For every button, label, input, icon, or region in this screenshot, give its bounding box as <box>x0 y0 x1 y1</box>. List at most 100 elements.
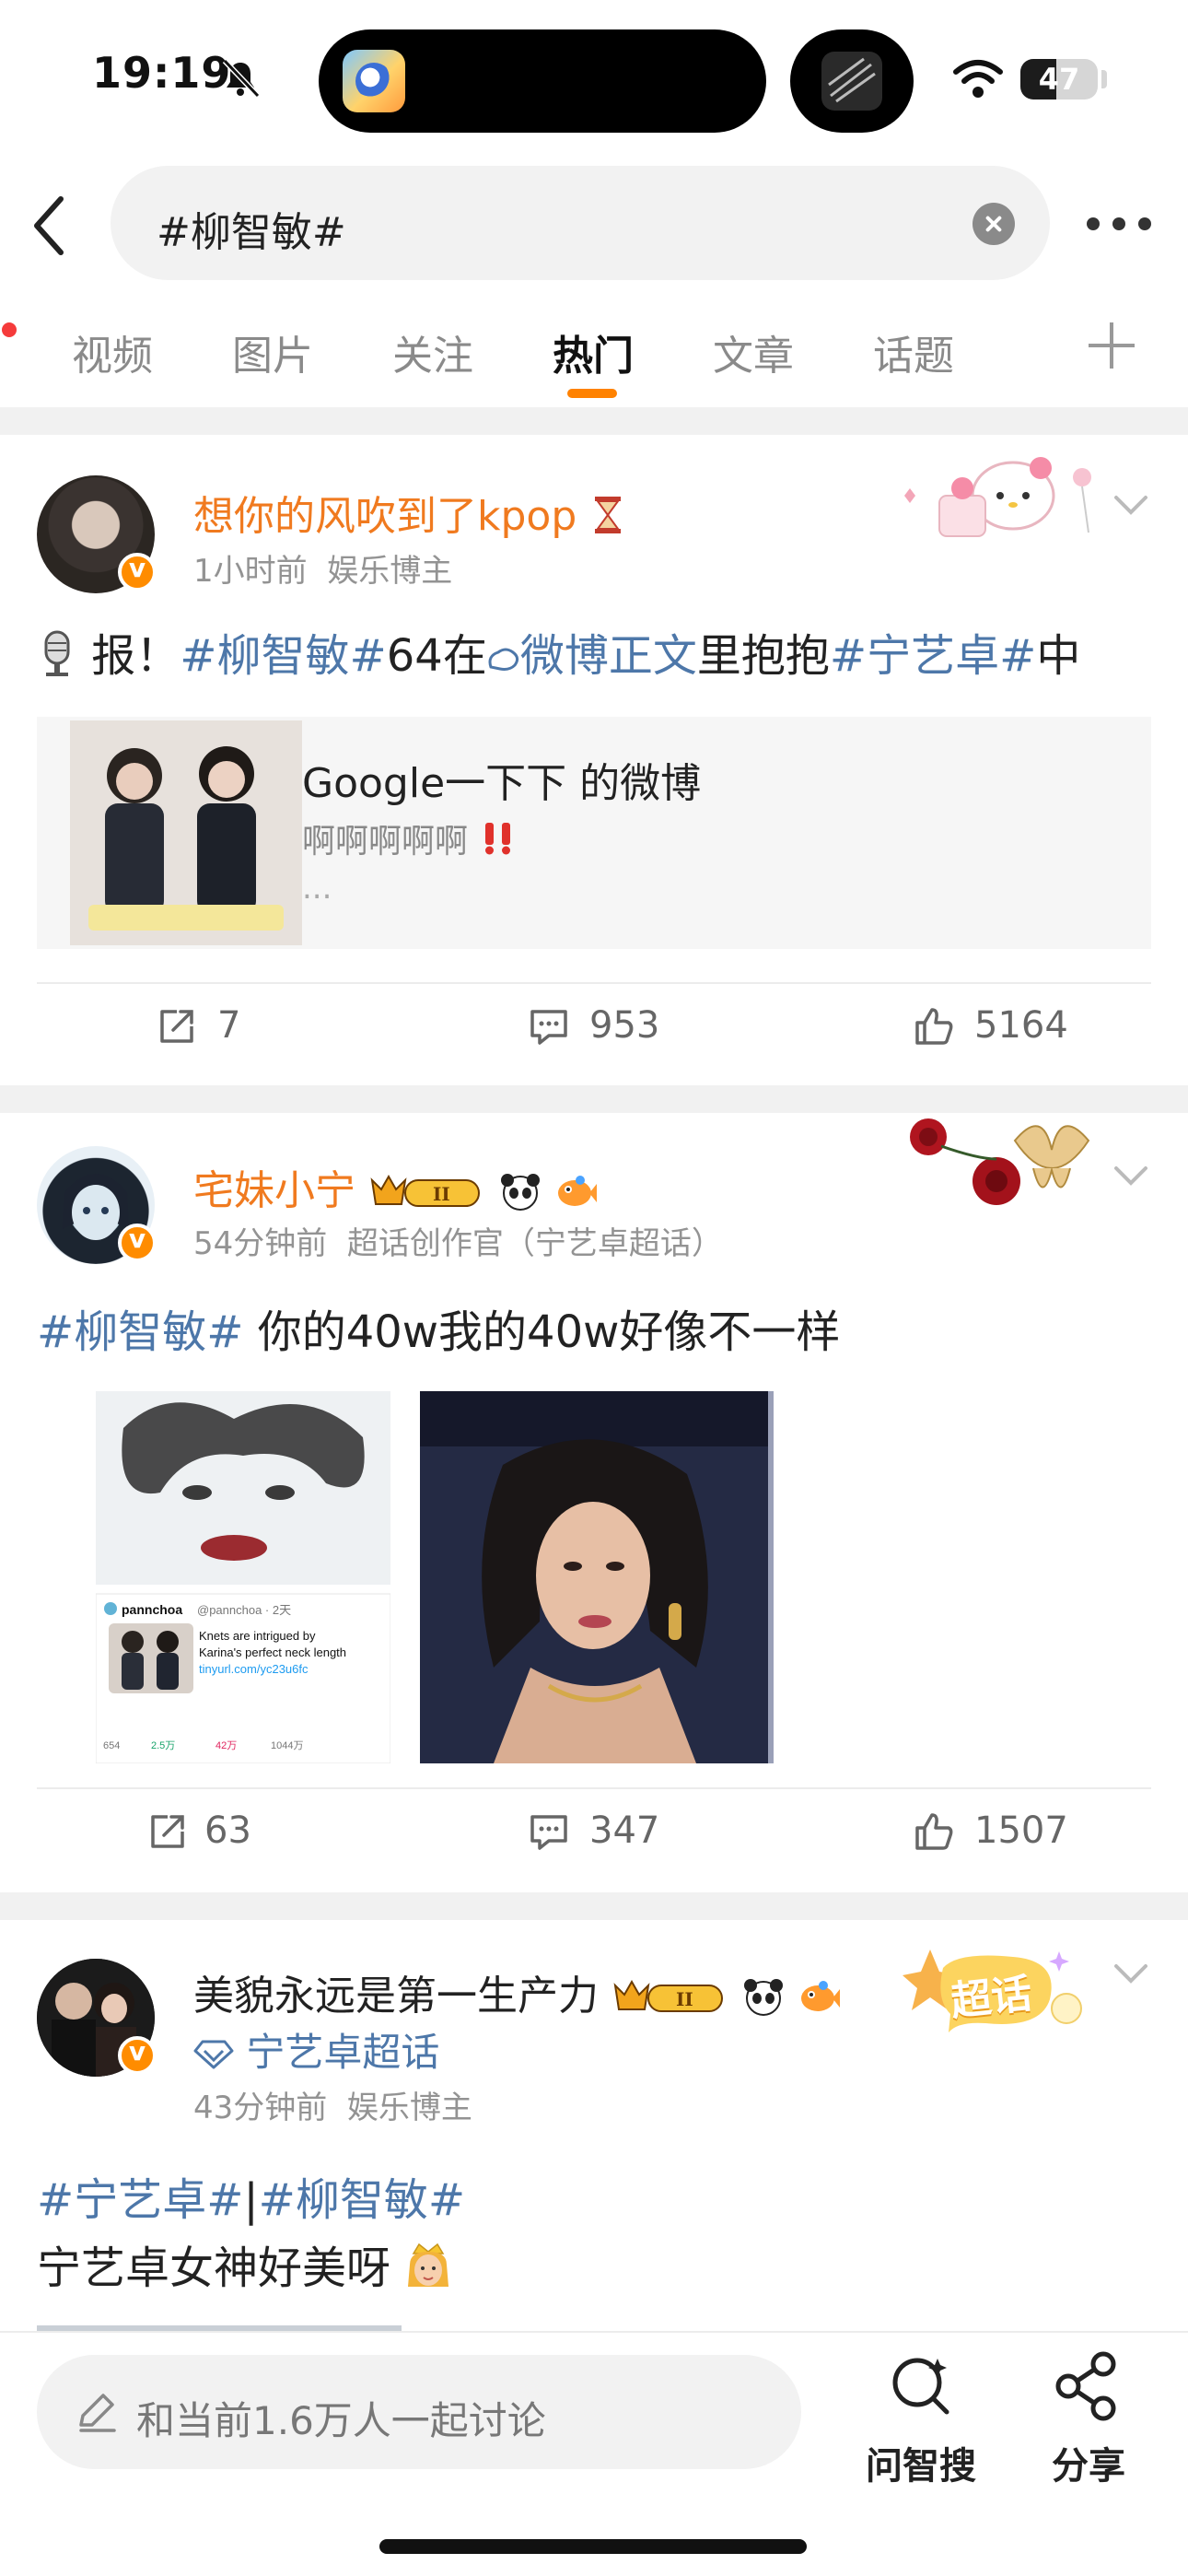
repost-button[interactable]: 63 <box>147 1806 295 1861</box>
repost-title[interactable]: Google一下下 的微博 <box>302 750 701 809</box>
more-icon[interactable] <box>1087 217 1151 230</box>
like-count: 5164 <box>974 1004 1068 1047</box>
tweet-stat-replies: 654 <box>103 1740 120 1751</box>
tab-fade <box>995 304 1077 396</box>
post-meta: 54分钟前 超话创作官（宁艺卓超话） <box>193 1225 723 1262</box>
section-divider <box>0 407 1188 435</box>
live-activity[interactable] <box>790 29 914 133</box>
repost-subtitle: 啊啊啊啊啊 <box>302 814 518 862</box>
status-time: 19:19 <box>92 48 232 98</box>
fish-icon <box>801 1981 840 2011</box>
tab-video[interactable]: 视频 <box>72 322 153 381</box>
post-image[interactable]: pannchoa @pannchoa · 2天 Knets are intrig… <box>96 1391 390 1763</box>
tweet-link: tinyurl.com/yc23u6fc <box>199 1662 309 1676</box>
verified-badge <box>118 1224 157 1262</box>
app-icon[interactable] <box>343 50 405 112</box>
verified-badge <box>118 2036 157 2075</box>
chevron-down-icon[interactable] <box>1112 486 1149 523</box>
tab-following[interactable]: 关注 <box>392 322 473 381</box>
comment-button[interactable]: 347 <box>529 1806 694 1861</box>
hashtag-link[interactable]: #柳智敏# <box>259 2174 465 2226</box>
panda-icon <box>501 1174 540 1211</box>
repost-icon <box>160 1010 193 1043</box>
tweet-handle-at: @pannchoa · 2天 <box>197 1603 291 1617</box>
post-text: 报！#柳智敏#64在 微博正文里抱抱#宁艺卓#中 <box>37 619 1080 684</box>
weibo-link[interactable]: 微博正文 <box>487 630 697 682</box>
member-crown-badge: II <box>613 1979 723 2012</box>
fish-icon <box>558 1176 597 1206</box>
comment-icon <box>530 1815 567 1850</box>
link-icon <box>488 648 518 671</box>
ask-search-button[interactable]: 问智搜 <box>856 2346 985 2502</box>
hashtag-link[interactable]: #宁艺卓# <box>37 2174 243 2226</box>
share-button[interactable]: 分享 <box>1041 2346 1151 2502</box>
username[interactable]: 想你的风吹到了kpop <box>193 483 626 542</box>
diamond-icon <box>193 2040 234 2069</box>
post-card[interactable]: 美貌永远是第一生产力 II 宁艺卓超话 43分钟前 娱乐博主 <box>0 1920 1188 2331</box>
tweet-line-2: Karina's perfect neck length <box>199 1645 346 1659</box>
tab-articles[interactable]: 文章 <box>713 322 794 381</box>
panda-icon <box>744 1979 783 2016</box>
like-button[interactable]: 1507 <box>914 1806 1098 1861</box>
username[interactable]: 宅妹小宁 II <box>193 1157 597 1216</box>
ask-search-label: 问智搜 <box>866 2445 976 2488</box>
home-indicator[interactable] <box>379 2539 807 2554</box>
post-meta: 1小时前 娱乐博主 <box>193 553 453 590</box>
tab-topics[interactable]: 话题 <box>873 322 954 381</box>
hashtag-link[interactable]: #柳智敏# <box>37 1306 243 1358</box>
chevron-down-icon[interactable] <box>1112 1157 1149 1194</box>
hashtag-link[interactable]: #柳智敏# <box>180 630 386 682</box>
comment-input[interactable]: 和当前1.6万人一起讨论 <box>37 2355 801 2469</box>
princess-emoji-icon <box>408 2242 449 2287</box>
post-text: 宁艺卓女神好美呀 <box>37 2231 452 2296</box>
hello-kitty-sticker <box>884 440 1105 551</box>
bell-muted-icon <box>222 58 261 99</box>
post-meta: 43分钟前 娱乐博主 <box>193 2090 472 2126</box>
supertopic-link[interactable]: 宁艺卓超话 <box>193 2021 439 2078</box>
active-tab-indicator <box>567 389 617 398</box>
microphone-icon <box>44 630 70 676</box>
rose-butterfly-sticker <box>904 1113 1107 1227</box>
thumbs-up-icon <box>915 1008 953 1045</box>
status-bar: 19:19 47 <box>0 0 1188 157</box>
comment-button[interactable]: 953 <box>529 1001 694 1056</box>
comment-count: 347 <box>589 1809 660 1852</box>
tab-bar: 视频 图片 关注 热门 文章 话题 <box>0 304 1188 405</box>
tab-hot[interactable]: 热门 <box>553 322 634 381</box>
post-card[interactable]: 宅妹小宁 II 54分钟前 超话创作官（宁艺卓超话） #柳智敏# <box>0 1113 1188 1892</box>
verified-badge <box>118 553 157 591</box>
username[interactable]: 美貌永远是第一生产力 II <box>193 1962 840 2021</box>
tweet-stat-likes: 42万 <box>215 1740 237 1751</box>
sticker-text: 超话 <box>949 1970 1034 2026</box>
tweet-handle: pannchoa <box>122 1602 182 1617</box>
post-card[interactable]: 想你的风吹到了kpop 1小时前 娱乐博主 报！#柳智敏#64在微博正文里抱抱#… <box>0 435 1188 1085</box>
tab-images[interactable]: 图片 <box>232 322 313 381</box>
member-crown-badge: II <box>370 1174 480 1207</box>
repost-thumbnail[interactable] <box>70 720 302 945</box>
chevron-down-icon[interactable] <box>1112 1955 1149 1992</box>
post-text: #柳智敏# 你的40w我的40w好像不一样 <box>37 1306 841 1358</box>
clear-icon[interactable] <box>973 203 1015 245</box>
repost-button[interactable]: 7 <box>157 1001 285 1056</box>
search-input[interactable]: #柳智敏# <box>111 166 1050 280</box>
add-tab-icon[interactable] <box>1089 322 1135 369</box>
repost-ellipsis: ... <box>302 870 332 907</box>
svg-text:II: II <box>676 1988 693 2010</box>
post-image[interactable] <box>420 1391 774 1763</box>
hashtag-link[interactable]: #宁艺卓# <box>830 630 1036 682</box>
dynamic-island[interactable] <box>319 29 766 133</box>
divider <box>37 982 1151 984</box>
share-icon <box>1055 2351 1116 2421</box>
thumbs-up-icon <box>915 1813 953 1850</box>
like-button[interactable]: 5164 <box>914 1001 1098 1056</box>
divider <box>37 1787 1151 1789</box>
notification-dot <box>2 322 17 337</box>
back-arrow-icon[interactable] <box>28 193 74 258</box>
double-exclamation-icon <box>485 823 511 855</box>
hourglass-icon <box>595 497 622 533</box>
post-tags: #宁艺卓#|#柳智敏# <box>37 2174 466 2226</box>
search-query[interactable]: #柳智敏# <box>157 199 346 258</box>
repost-card[interactable]: Google一下下 的微博 啊啊啊啊啊 ... <box>37 717 1151 949</box>
repost-icon <box>151 1815 184 1848</box>
ai-search-icon <box>892 2358 949 2415</box>
